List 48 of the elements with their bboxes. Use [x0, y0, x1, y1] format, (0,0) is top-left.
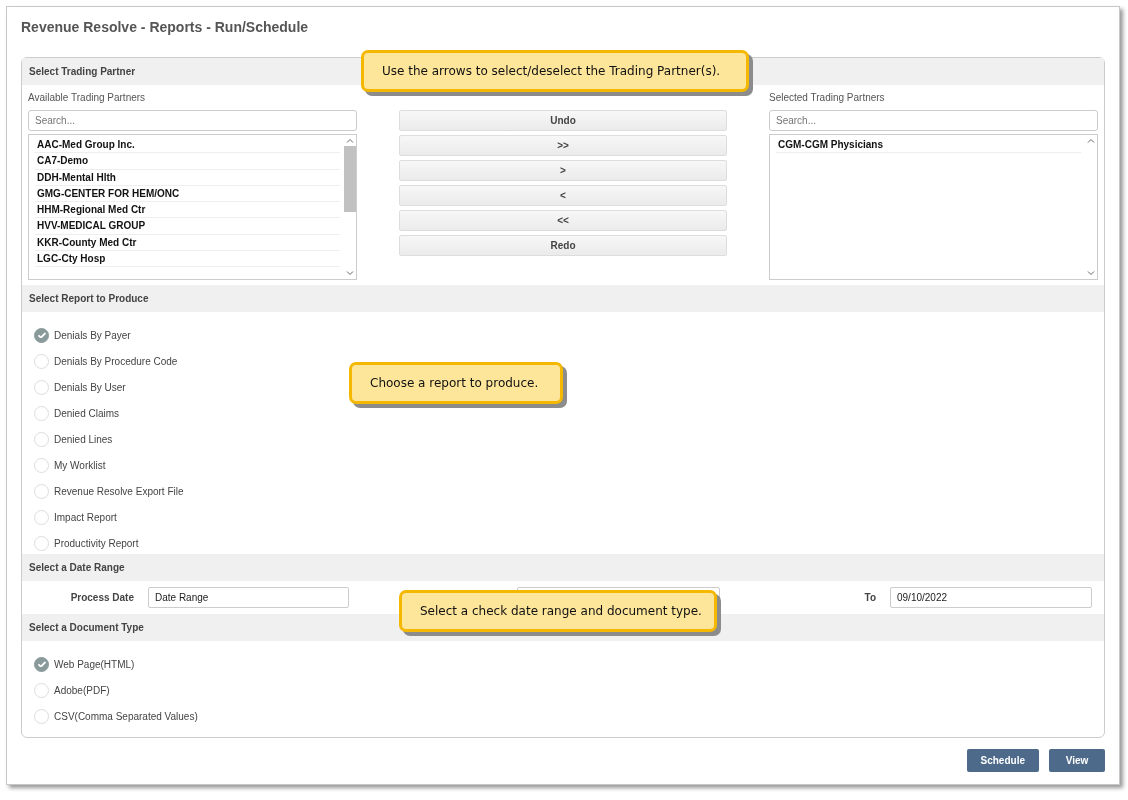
scroll-up-icon[interactable]: [346, 138, 354, 143]
list-label: Available Trading Partners: [28, 92, 147, 105]
scroll-down-icon[interactable]: [1087, 271, 1095, 276]
radio-label: Denials By User: [54, 381, 126, 393]
checkmark-icon: [37, 332, 46, 338]
partner-item[interactable]: HVV-MEDICAL GROUP: [35, 218, 340, 235]
radio-button[interactable]: [34, 656, 49, 672]
checkmark-icon: [37, 661, 46, 667]
move-button[interactable]: >: [399, 160, 727, 181]
scroll-down-icon[interactable]: [346, 271, 354, 276]
list-label: Selected Trading Partners: [769, 92, 886, 105]
radio-label: My Worklist: [54, 459, 106, 471]
field-label: Process Date: [69, 592, 135, 603]
radio-label: Web Page(HTML): [54, 658, 135, 670]
partner-item[interactable]: HHM-Regional Med Ctr: [35, 202, 340, 219]
section-header: Select Report to Produce: [22, 285, 1104, 312]
partner-item[interactable]: KKR-County Med Ctr: [35, 234, 340, 252]
radio-label: CSV(Comma Separated Values): [54, 710, 198, 722]
radio-button[interactable]: [34, 327, 49, 343]
partner-item[interactable]: GMG-CENTER FOR HEM/ONC: [35, 185, 340, 203]
action-button[interactable]: View: [1049, 749, 1105, 772]
partner-item[interactable]: DDH-Mental Hlth: [35, 169, 340, 186]
scroll-up-icon[interactable]: [1087, 138, 1095, 143]
page-title: Revenue Resolve - Reports - Run/Schedule: [21, 18, 310, 37]
move-button[interactable]: <<: [399, 210, 727, 231]
partner-item[interactable]: CA7-Demo: [35, 153, 340, 170]
radio-label: Revenue Resolve Export File: [54, 485, 184, 497]
radio-label: Denials By Payer: [54, 329, 131, 341]
partner-item[interactable]: LGC-Cty Hosp: [35, 251, 340, 268]
date-field[interactable]: 09/10/2022: [890, 587, 1092, 608]
radio-label: Denials By Procedure Code: [54, 355, 178, 367]
radio-label: Adobe(PDF): [54, 684, 110, 696]
radio-label: Impact Report: [54, 511, 117, 523]
radio-label: Denied Claims: [54, 407, 120, 419]
partner-item[interactable]: CGM-CGM Physicians: [776, 137, 1081, 154]
field-label: To: [863, 592, 877, 603]
move-button[interactable]: >>: [399, 135, 727, 156]
search-field[interactable]: Search...: [769, 110, 1098, 131]
section-header: Select a Date Range: [22, 554, 1104, 581]
move-button[interactable]: <: [399, 185, 727, 206]
move-button[interactable]: Undo: [399, 110, 727, 131]
action-button[interactable]: Schedule: [966, 749, 1039, 772]
radio-label: Productivity Report: [54, 537, 139, 549]
search-field[interactable]: Search...: [28, 110, 357, 131]
radio-label: Denied Lines: [54, 433, 113, 445]
move-button[interactable]: Redo: [399, 235, 727, 256]
partner-item[interactable]: AAC-Med Group Inc.: [35, 137, 340, 154]
date-range-field[interactable]: Date Range: [148, 587, 349, 608]
